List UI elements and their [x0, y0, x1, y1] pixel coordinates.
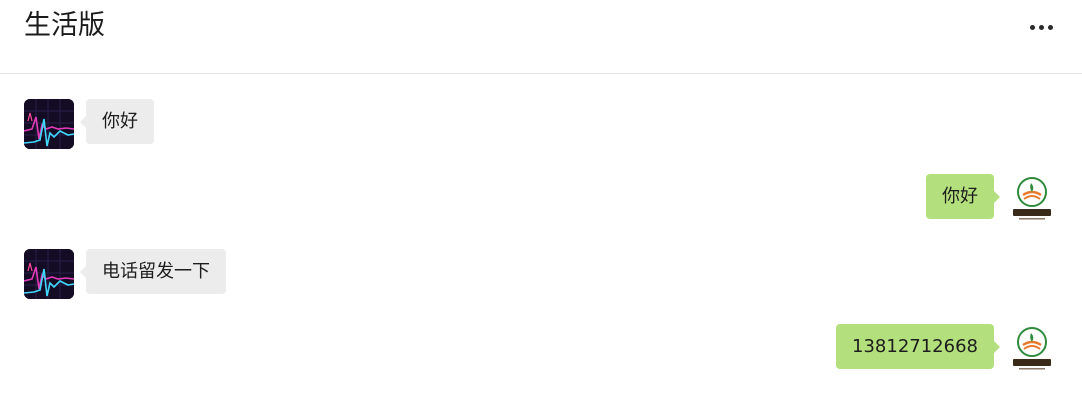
- contact-avatar[interactable]: [24, 99, 74, 149]
- company-logo-avatar-icon: [1007, 175, 1057, 225]
- outgoing-message-bubble[interactable]: 13812712668: [836, 324, 1000, 369]
- user-avatar[interactable]: [1007, 325, 1057, 375]
- chart-wave-avatar-icon: [24, 249, 74, 299]
- incoming-message-bubble[interactable]: 电话留发一下: [80, 249, 226, 294]
- contact-avatar[interactable]: [24, 249, 74, 299]
- message-row: 你好: [0, 174, 1082, 226]
- chat-header: 生活版: [0, 0, 1082, 74]
- more-options-button[interactable]: [1024, 16, 1058, 38]
- chat-title: 生活版: [24, 10, 105, 41]
- outgoing-message-bubble[interactable]: 你好: [926, 174, 1000, 219]
- incoming-message-bubble[interactable]: 你好: [80, 99, 154, 144]
- company-logo-avatar-icon: [1007, 325, 1057, 375]
- more-dot-icon: [1047, 24, 1053, 30]
- more-dot-icon: [1029, 24, 1035, 30]
- chart-wave-avatar-icon: [24, 99, 74, 149]
- user-avatar[interactable]: [1007, 175, 1057, 225]
- message-row: 你好: [0, 99, 1082, 151]
- message-row: 电话留发一下: [0, 249, 1082, 301]
- message-row: 13812712668: [0, 324, 1082, 376]
- more-dot-icon: [1038, 24, 1044, 30]
